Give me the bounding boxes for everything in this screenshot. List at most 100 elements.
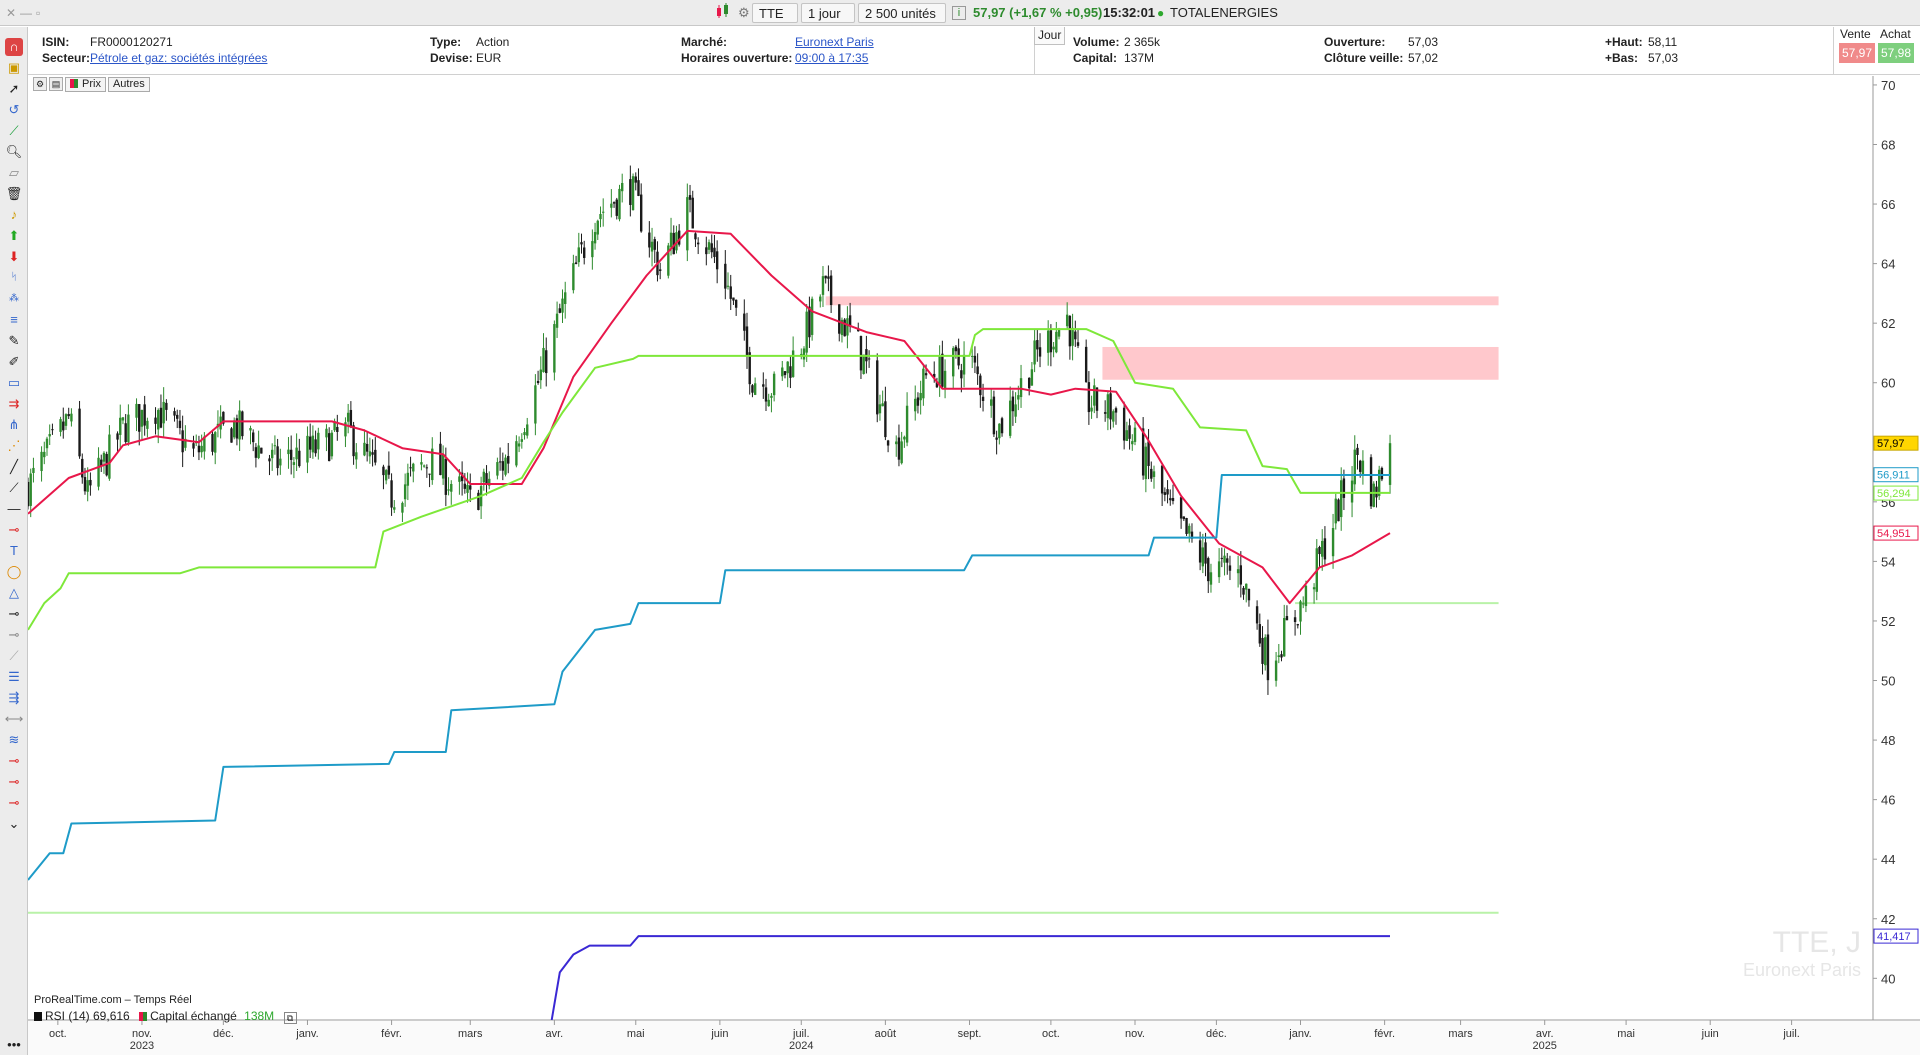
candle-body xyxy=(270,449,274,459)
alert-line-icon[interactable]: ⊸ xyxy=(5,752,23,770)
ray-icon[interactable]: ⊸ xyxy=(5,605,23,623)
info-icon[interactable]: i xyxy=(952,6,966,20)
watermark-symbol: TTE, J xyxy=(1772,926,1861,959)
y-tick-label: 70 xyxy=(1881,78,1895,93)
candle-body xyxy=(1019,378,1023,398)
ruler-icon[interactable]: ▱ xyxy=(5,164,23,182)
candle-body xyxy=(1258,624,1262,644)
candle-body xyxy=(127,414,130,443)
horizontal-ray-icon[interactable]: ⊸ xyxy=(5,521,23,539)
period-selector[interactable]: 1 jour xyxy=(801,3,855,36)
candle-body xyxy=(29,473,32,506)
triangle-icon[interactable]: △ xyxy=(5,584,23,602)
marker-icon[interactable]: ✐ xyxy=(5,353,23,371)
trendline-chart-icon[interactable]: ⟋ xyxy=(5,122,23,140)
sell-price-button[interactable]: 57,97 xyxy=(1839,43,1875,63)
candle-body xyxy=(1204,542,1207,564)
price-label-blue: 56,911 xyxy=(1877,470,1910,482)
candle-body xyxy=(770,395,773,398)
rsi-legend[interactable]: RSI (14) 69,616 xyxy=(45,1009,130,1023)
candle-body xyxy=(1055,331,1058,353)
candle-body xyxy=(28,481,30,507)
candle-body xyxy=(743,313,746,331)
fib-fan-icon[interactable]: ⋰ xyxy=(5,437,23,455)
candle-body xyxy=(583,247,586,258)
candle-body xyxy=(32,467,35,473)
y-tick-label: 60 xyxy=(1881,376,1895,391)
sector-link[interactable]: Pétrole et gaz: sociétés intégrées xyxy=(90,51,267,66)
units-selector[interactable]: 2 500 unités xyxy=(858,3,946,36)
hours-link[interactable]: 09:00 à 17:35 xyxy=(795,51,868,66)
candle-body xyxy=(273,445,277,447)
candle-body xyxy=(838,304,841,334)
candle-body xyxy=(1114,408,1118,413)
candle-body xyxy=(919,392,922,401)
target-line-icon[interactable]: ⊸ xyxy=(5,794,23,812)
x-tick-label: juin xyxy=(1701,1028,1719,1040)
undo-icon[interactable]: ↺ xyxy=(5,101,23,119)
candle-body xyxy=(658,269,662,271)
candle-body xyxy=(895,441,898,445)
menu-dots-icon[interactable]: ••• xyxy=(5,1036,23,1054)
minimize-window-icon[interactable]: — xyxy=(20,6,32,20)
line-icon[interactable]: ╱ xyxy=(5,458,23,476)
gann-icon[interactable]: ≋ xyxy=(5,731,23,749)
candle-body xyxy=(639,194,643,232)
candle-body xyxy=(257,445,260,459)
candlestick-style-icon[interactable] xyxy=(716,3,730,23)
candle-body xyxy=(561,298,564,313)
segment-icon[interactable]: ⟋ xyxy=(5,479,23,497)
candle-body xyxy=(420,462,423,465)
volume-label: Volume: xyxy=(1073,35,1120,49)
restore-window-icon[interactable]: ▫ xyxy=(36,6,40,20)
pen-icon[interactable]: ✎ xyxy=(5,332,23,350)
x-tick-label: mars xyxy=(458,1028,483,1040)
candle-body xyxy=(116,433,119,440)
candle-body xyxy=(542,347,545,373)
arrow-icon[interactable]: ⟋ xyxy=(5,647,23,665)
ellipse-icon[interactable]: ◯ xyxy=(5,563,23,581)
pitchfork-icon[interactable]: ⋔ xyxy=(5,416,23,434)
candle-body xyxy=(767,399,770,407)
stop-line-icon[interactable]: ⊸ xyxy=(5,773,23,791)
candle-body xyxy=(1266,634,1270,681)
y-tick-label: 48 xyxy=(1881,733,1895,748)
y-tick-label: 62 xyxy=(1881,316,1895,331)
candle-body xyxy=(1264,637,1267,666)
horizontal-line-icon[interactable]: — xyxy=(5,500,23,518)
wave-abc-icon[interactable]: ⁂ xyxy=(5,290,23,308)
channel-icon[interactable]: ⇉ xyxy=(5,395,23,413)
trash-icon[interactable]: 🗑︎ xyxy=(5,185,23,203)
note-icon[interactable]: ☰ xyxy=(5,668,23,686)
magnet-icon[interactable]: ∩ xyxy=(5,38,23,56)
candle-body xyxy=(631,176,635,211)
y-tick-label: 50 xyxy=(1881,674,1895,689)
day-tab[interactable]: Jour xyxy=(1034,27,1066,45)
pointer-icon[interactable]: ➚ xyxy=(5,80,23,98)
market-link[interactable]: Euronext Paris xyxy=(795,35,874,50)
buy-price-button[interactable]: 57,98 xyxy=(1878,43,1914,63)
ticker-selector[interactable]: TTE xyxy=(752,3,798,36)
zoom-icon[interactable]: 🔍︎ xyxy=(5,143,23,161)
text-icon[interactable]: T xyxy=(5,542,23,560)
up-arrow-icon[interactable]: ⬆ xyxy=(5,227,23,245)
extended-line-icon[interactable]: ⊸ xyxy=(5,626,23,644)
close-window-icon[interactable]: ✕ xyxy=(6,6,16,20)
rectangle-icon[interactable]: ▭ xyxy=(5,374,23,392)
parallel-lines-icon[interactable]: ⇶ xyxy=(5,689,23,707)
more-tools-icon[interactable]: ⌄ xyxy=(5,815,23,833)
candle-body xyxy=(650,241,654,252)
fibonacci-icon[interactable]: ≡ xyxy=(5,311,23,329)
lock-icon[interactable]: ▣ xyxy=(5,59,23,77)
capital-legend[interactable]: Capital échangé xyxy=(150,1009,237,1023)
price-range-icon[interactable]: ⟷ xyxy=(5,710,24,728)
down-arrow-icon[interactable]: ⬇ xyxy=(5,248,23,266)
candle-body xyxy=(1017,395,1020,400)
candle-body xyxy=(306,435,309,463)
price-chart[interactable]: 40424446485052545658606264666870oct.nov.… xyxy=(28,76,1920,1055)
settings-gear-icon[interactable]: ⚙ xyxy=(738,3,750,23)
detach-panel-icon[interactable]: ⧉ xyxy=(283,1012,297,1024)
elliott-wave-icon[interactable]: ᛋ xyxy=(5,269,23,287)
rsi-swatch-icon xyxy=(34,1012,42,1021)
alert-bell-icon[interactable]: ♪ xyxy=(5,206,23,224)
